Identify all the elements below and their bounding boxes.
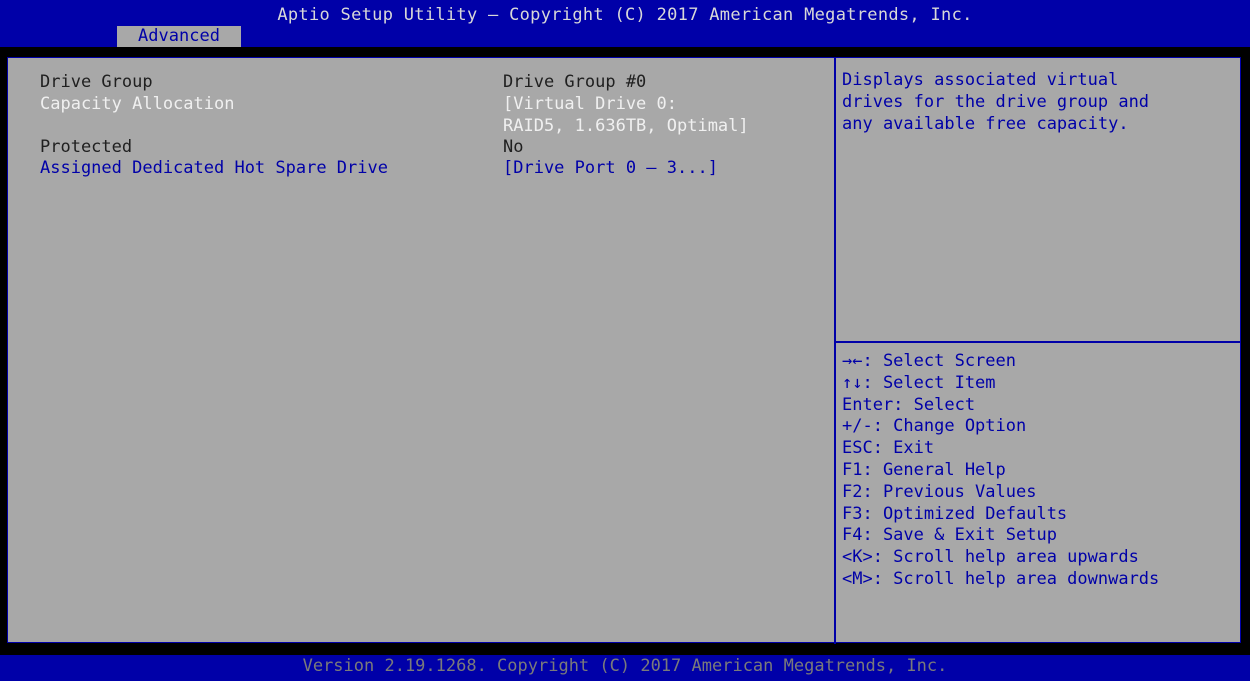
help-line-3: any available free capacity. bbox=[842, 114, 1129, 134]
key-enter-select: Enter: Select bbox=[842, 394, 976, 415]
settings-panel: Drive Group Drive Group #0 Capacity Allo… bbox=[7, 57, 1241, 644]
key-f3-defaults: F3: Optimized Defaults bbox=[842, 503, 1068, 524]
key-select-item: ↑↓: Select Item bbox=[842, 372, 996, 393]
title-bar: Aptio Setup Utility – Copyright (C) 2017… bbox=[0, 0, 1250, 47]
capacity-allocation-value-line2[interactable]: RAID5, 1.636TB, Optimal] bbox=[503, 115, 749, 137]
capacity-allocation-value-line1[interactable]: [Virtual Drive 0: bbox=[503, 93, 677, 115]
hot-spare-drive-value[interactable]: [Drive Port 0 – 3...] bbox=[503, 157, 718, 179]
key-f1-help: F1: General Help bbox=[842, 459, 1006, 480]
drive-group-label: Drive Group bbox=[40, 72, 153, 92]
help-line-1: Displays associated virtual bbox=[842, 70, 1119, 90]
vertical-divider bbox=[834, 58, 836, 644]
key-scroll-up: <K>: Scroll help area upwards bbox=[842, 547, 1139, 568]
key-select-screen: →←: Select Screen bbox=[842, 351, 1016, 371]
hot-spare-drive-item[interactable]: Assigned Dedicated Hot Spare Drive bbox=[40, 157, 388, 179]
protected-label: Protected bbox=[40, 137, 133, 157]
key-f4-save-exit: F4: Save & Exit Setup bbox=[842, 525, 1057, 546]
key-change-option: +/-: Change Option bbox=[842, 416, 1027, 437]
protected-value: No bbox=[503, 137, 524, 157]
key-legend: →←: Select Screen ↑↓: Select Item Enter:… bbox=[842, 351, 1159, 591]
help-line-2: drives for the drive group and bbox=[842, 92, 1150, 112]
key-esc-exit: ESC: Exit bbox=[842, 438, 935, 459]
key-scroll-down: <M>: Scroll help area downwards bbox=[842, 568, 1160, 589]
main-area: Drive Group Drive Group #0 Capacity Allo… bbox=[0, 47, 1250, 655]
version-footer: Version 2.19.1268. Copyright (C) 2017 Am… bbox=[0, 655, 1250, 681]
help-divider bbox=[836, 341, 1241, 343]
drive-group-value: Drive Group #0 bbox=[503, 72, 647, 92]
capacity-allocation-item[interactable]: Capacity Allocation bbox=[40, 93, 234, 115]
tab-advanced[interactable]: Advanced bbox=[117, 26, 241, 47]
utility-title: Aptio Setup Utility – Copyright (C) 2017… bbox=[277, 5, 973, 25]
key-f2-previous: F2: Previous Values bbox=[842, 481, 1037, 502]
